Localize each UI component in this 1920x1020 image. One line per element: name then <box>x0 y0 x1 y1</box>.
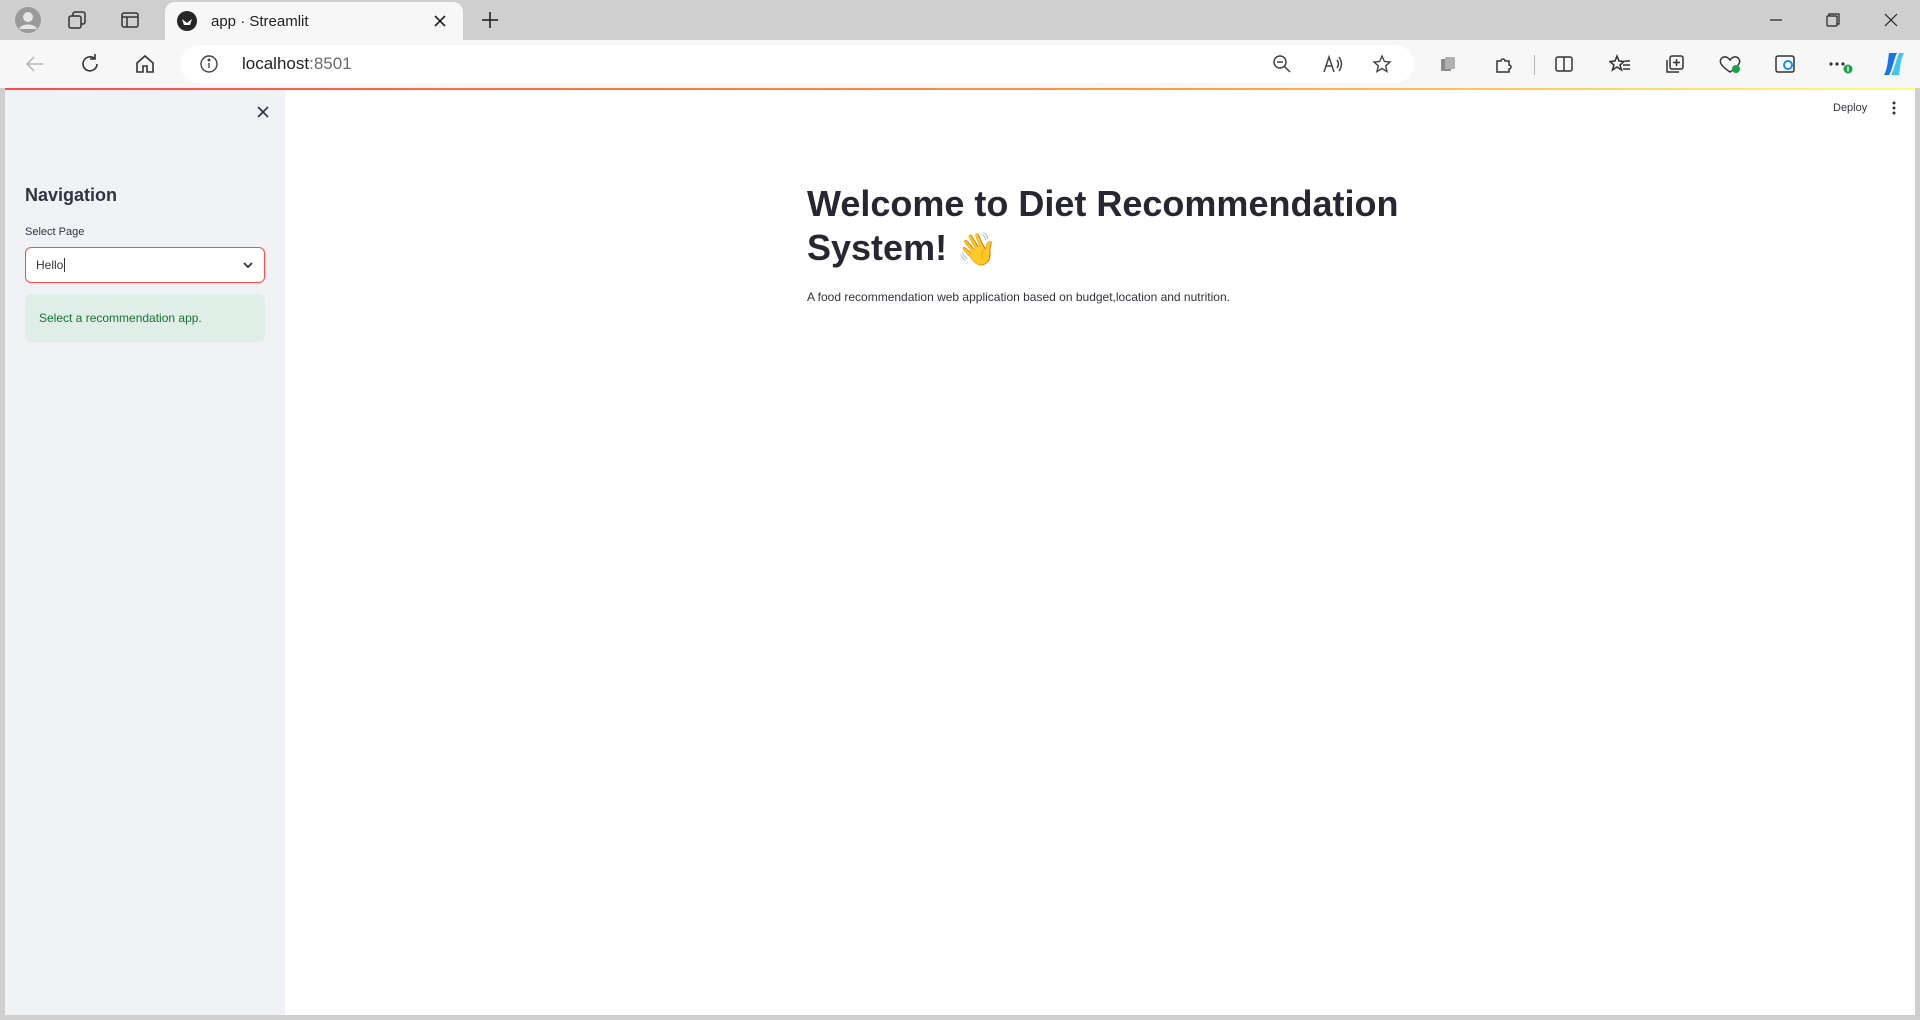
chevron-down-icon[interactable] <box>242 259 254 271</box>
tab-title: app · Streamlit <box>211 12 309 30</box>
sidebar: Navigation Select Page Hello Select a re… <box>5 90 285 1015</box>
deploy-button[interactable]: Deploy <box>1833 102 1867 114</box>
browser-tab-active[interactable]: app · Streamlit <box>165 2 463 40</box>
select-page-label: Select Page <box>25 226 85 238</box>
new-tab-icon[interactable] <box>470 4 510 36</box>
settings-more-icon[interactable] <box>1822 48 1858 80</box>
address-bar[interactable]: localhost:8501 <box>180 45 1414 83</box>
select-page-dropdown[interactable]: Hello <box>25 247 265 283</box>
browser-essentials-icon[interactable] <box>1712 48 1748 80</box>
read-aloud-icon[interactable] <box>1322 54 1344 74</box>
workspaces-icon[interactable] <box>57 4 97 36</box>
browser-toolbar: localhost:8501 <box>0 40 1920 88</box>
site-info-icon[interactable] <box>199 54 219 74</box>
extension-wallet-icon[interactable] <box>1430 48 1466 80</box>
split-screen-icon[interactable] <box>1546 48 1582 80</box>
favorites-icon[interactable] <box>1602 48 1638 80</box>
edge-sidebar-icon[interactable] <box>1767 48 1803 80</box>
streamlit-favicon-icon <box>177 11 197 31</box>
close-sidebar-icon[interactable] <box>250 99 276 125</box>
waving-hand-emoji: 👋 <box>957 231 997 267</box>
extensions-puzzle-icon[interactable] <box>1486 48 1522 80</box>
tab-actions-icon[interactable] <box>110 4 150 36</box>
sidebar-title: Navigation <box>25 185 118 205</box>
favorite-star-icon[interactable] <box>1372 54 1392 74</box>
close-window-icon[interactable] <box>1862 0 1920 40</box>
text-caret <box>64 258 66 273</box>
copilot-icon[interactable] <box>1876 48 1912 80</box>
streamlit-app: Navigation Select Page Hello Select a re… <box>5 90 1915 1015</box>
toolbar-separator <box>1534 55 1535 75</box>
restore-icon[interactable] <box>1804 0 1862 40</box>
back-icon[interactable] <box>17 48 53 80</box>
zoom-out-icon[interactable] <box>1272 54 1292 74</box>
select-page-value[interactable]: Hello <box>36 258 242 273</box>
collections-icon[interactable] <box>1657 48 1693 80</box>
minimize-icon[interactable] <box>1747 0 1805 40</box>
close-tab-icon[interactable] <box>429 10 451 32</box>
main-menu-icon[interactable] <box>1887 98 1901 118</box>
browser-tab-strip: app · Streamlit <box>0 0 1920 40</box>
home-icon[interactable] <box>127 48 163 80</box>
url-text: localhost:8501 <box>242 54 352 73</box>
refresh-icon[interactable] <box>72 48 108 80</box>
page-description: A food recommendation web application ba… <box>807 290 1230 304</box>
page-title: Welcome to Diet Recommendation System! 👋 <box>807 183 1399 268</box>
info-message: Select a recommendation app. <box>25 294 265 342</box>
profile-icon[interactable] <box>8 4 48 36</box>
